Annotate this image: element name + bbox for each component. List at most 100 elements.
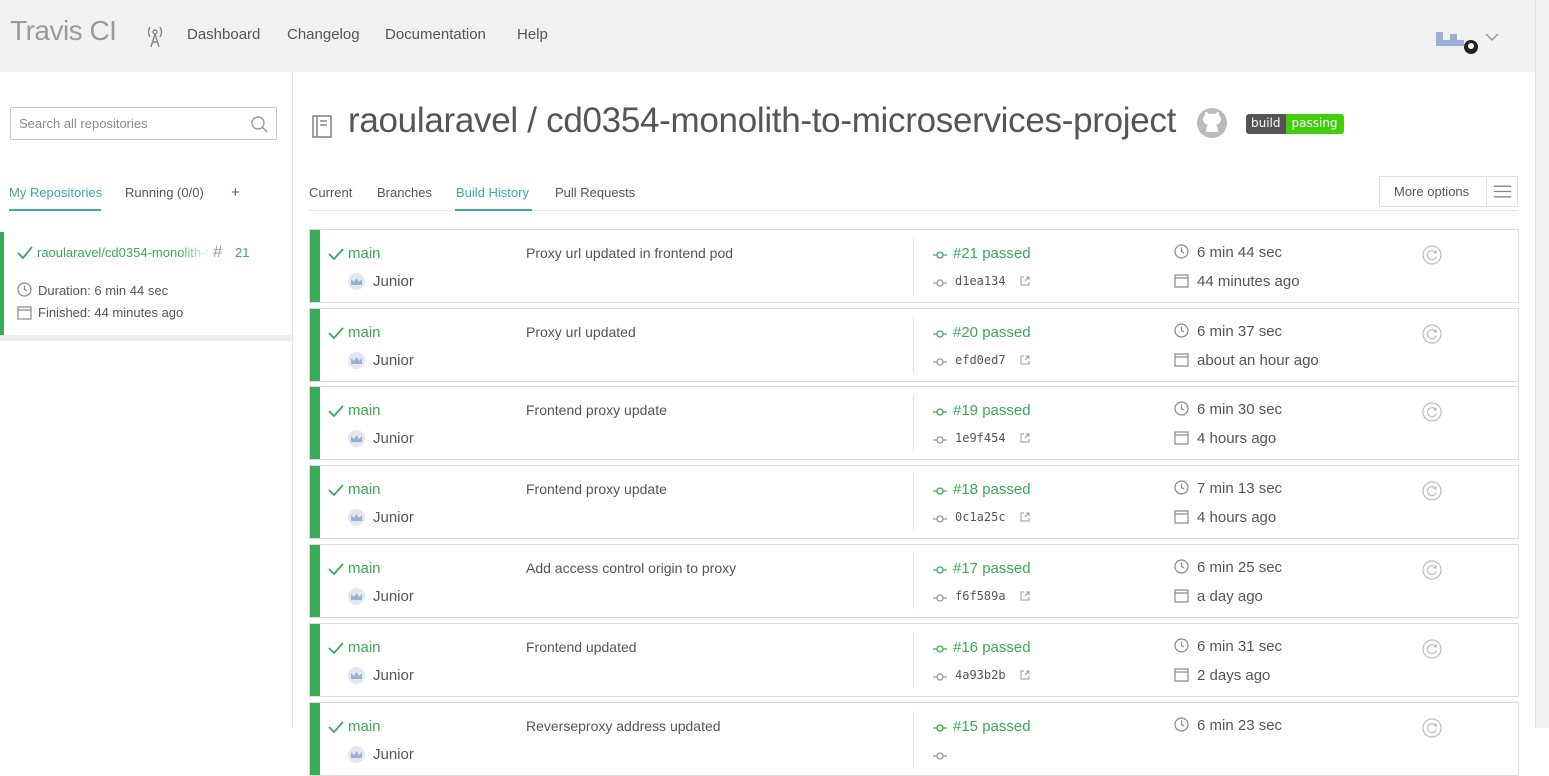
commit-message[interactable]: Proxy url updated [526, 324, 636, 340]
author-avatar [348, 352, 365, 369]
build-status[interactable]: #19 passed [953, 402, 1031, 419]
commit-message[interactable]: Add access control origin to proxy [526, 560, 736, 576]
row-divider [913, 238, 914, 294]
commit-sha[interactable]: 0c1a25c [955, 510, 1006, 524]
commit-icon [933, 752, 947, 760]
external-link-icon[interactable] [1020, 512, 1030, 522]
tab-pull-requests[interactable]: Pull Requests [555, 185, 635, 200]
status-bar [310, 466, 320, 538]
build-status-badge[interactable]: build passing [1246, 114, 1344, 134]
build-row[interactable]: main Junior Reverseproxy address updated #1… [309, 702, 1519, 776]
author-name: Junior [373, 430, 414, 447]
build-finished: a day ago [1197, 588, 1263, 605]
restart-build-icon[interactable] [1422, 245, 1442, 265]
author-name: Junior [373, 509, 414, 526]
restart-build-icon[interactable] [1422, 560, 1442, 580]
commit-message[interactable]: Frontend proxy update [526, 402, 667, 418]
build-row[interactable]: main Junior Frontend proxy update #18 passe… [309, 465, 1519, 539]
commit-sha[interactable]: f6f589a [955, 589, 1006, 603]
search-icon[interactable] [250, 115, 268, 133]
build-status[interactable]: #16 passed [953, 639, 1031, 656]
author-name: Junior [373, 588, 414, 605]
tab-running[interactable]: Running (0/0) [125, 185, 204, 200]
repo-finished: Finished: 44 minutes ago [38, 305, 184, 320]
build-duration: 6 min 44 sec [1197, 244, 1283, 261]
tab-branches[interactable]: Branches [377, 185, 432, 200]
branch-name[interactable]: main [348, 560, 381, 577]
commit-sha[interactable]: efd0ed7 [955, 353, 1006, 367]
build-duration: 6 min 23 sec [1197, 717, 1283, 734]
page-title: raoularavel / cd0354-monolith-to-microse… [348, 101, 1177, 140]
status-bar [310, 703, 320, 775]
build-row[interactable]: main Junior Frontend proxy update #19 passe… [309, 386, 1519, 460]
user-menu[interactable] [1436, 28, 1500, 56]
build-finished: 4 hours ago [1197, 430, 1277, 447]
tab-my-repositories[interactable]: My Repositories [9, 185, 102, 200]
branch-name[interactable]: main [348, 718, 381, 735]
external-link-icon[interactable] [1020, 591, 1030, 601]
hash-icon: # [213, 242, 223, 261]
search-input[interactable] [11, 108, 241, 139]
calendar-icon [1174, 431, 1189, 445]
build-row[interactable]: main Junior Add access control origin to p… [309, 544, 1519, 618]
build-status[interactable]: #20 passed [953, 324, 1031, 341]
author-name: Junior [373, 273, 414, 290]
branch-name[interactable]: main [348, 245, 381, 262]
add-repository-button[interactable]: + [231, 184, 240, 201]
commit-message[interactable]: Frontend proxy update [526, 481, 667, 497]
restart-build-icon[interactable] [1422, 639, 1442, 659]
restart-build-icon[interactable] [1422, 402, 1442, 422]
avatar [1436, 32, 1499, 54]
commit-icon [933, 594, 947, 602]
restart-build-icon[interactable] [1422, 481, 1442, 501]
check-icon [328, 484, 344, 497]
commit-message[interactable]: Frontend updated [526, 639, 637, 655]
restart-build-icon[interactable] [1422, 718, 1442, 738]
build-duration: 7 min 13 sec [1197, 480, 1283, 497]
commit-sha[interactable]: 4a93b2b [955, 668, 1006, 682]
nav-help-link[interactable]: Help [517, 26, 548, 43]
build-finished: 44 minutes ago [1197, 273, 1300, 290]
tab-build-history[interactable]: Build History [456, 185, 529, 200]
build-row[interactable]: main Junior Proxy url updated #20 passed efd… [309, 308, 1519, 382]
commit-message[interactable]: Proxy url updated in frontend pod [526, 245, 733, 261]
build-duration: 6 min 30 sec [1197, 401, 1283, 418]
external-link-icon[interactable] [1020, 355, 1030, 365]
build-status[interactable]: #18 passed [953, 481, 1031, 498]
tab-current[interactable]: Current [309, 185, 352, 200]
repository-icon [312, 115, 332, 138]
calendar-icon [1174, 274, 1189, 288]
page-scrollbar[interactable] [1535, 0, 1549, 728]
nav-dashboard-link[interactable]: Dashboard [187, 26, 260, 43]
github-icon[interactable] [1196, 107, 1228, 139]
repo-card[interactable]: raoularavel/cd0354-monolith-to-microserv… [0, 232, 292, 335]
restart-build-icon[interactable] [1422, 324, 1442, 344]
repo-build-number[interactable]: 21 [235, 245, 249, 260]
branch-name[interactable]: main [348, 402, 381, 419]
build-status[interactable]: #21 passed [953, 245, 1031, 262]
branch-name[interactable]: main [348, 481, 381, 498]
branch-name[interactable]: main [348, 324, 381, 341]
commit-sha[interactable]: d1ea134 [955, 274, 1006, 288]
commit-icon [933, 251, 947, 259]
status-bar [310, 230, 320, 302]
more-options-button[interactable]: More options [1379, 176, 1518, 207]
external-link-icon[interactable] [1020, 670, 1030, 680]
broadcast-tower-icon[interactable] [145, 24, 165, 48]
external-link-icon[interactable] [1020, 276, 1030, 286]
nav-documentation-link[interactable]: Documentation [385, 26, 486, 43]
build-finished: about an hour ago [1197, 352, 1319, 369]
build-row[interactable]: main Junior Frontend updated #16 passed 4a93… [309, 623, 1519, 697]
travis-logo[interactable]: Travis CI [10, 15, 117, 47]
check-icon [328, 248, 344, 261]
branch-name[interactable]: main [348, 639, 381, 656]
commit-message[interactable]: Reverseproxy address updated [526, 718, 721, 734]
external-link-icon[interactable] [1020, 433, 1030, 443]
commit-icon [933, 330, 947, 338]
build-row[interactable]: main Junior Proxy url updated in frontend … [309, 229, 1519, 303]
build-status[interactable]: #17 passed [953, 560, 1031, 577]
clock-icon [1174, 401, 1189, 416]
commit-sha[interactable]: 1e9f454 [955, 431, 1006, 445]
nav-changelog-link[interactable]: Changelog [287, 26, 360, 43]
build-status[interactable]: #15 passed [953, 718, 1031, 735]
